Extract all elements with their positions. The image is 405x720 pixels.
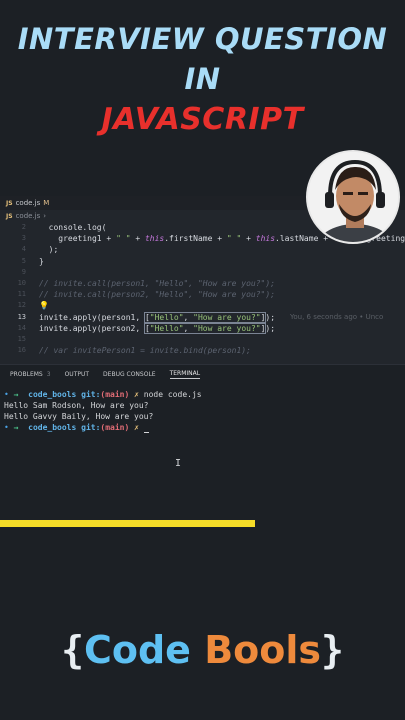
- prompt-arrow-icon: →: [13, 390, 19, 399]
- line-number: 14: [17, 323, 26, 332]
- editor-tab-code-js[interactable]: JS code.js M: [0, 199, 55, 207]
- presenter-photo: [308, 152, 398, 242]
- javascript-file-icon: JS: [6, 199, 13, 207]
- brand-open-brace: {: [61, 628, 84, 672]
- tab-output-label: OUTPUT: [64, 370, 90, 378]
- breadcrumb-file[interactable]: code.js: [16, 212, 41, 220]
- tab-debug-console[interactable]: DEBUG CONSOLE: [103, 371, 156, 378]
- presenter-avatar: [306, 150, 400, 244]
- editor-tab-label: code.js: [15, 199, 41, 207]
- tab-debug-console-label: DEBUG CONSOLE: [103, 370, 156, 378]
- code-text: invite.apply(person1, ["Hello", "How are…: [39, 311, 276, 323]
- brand-logo: {Code Bools}: [0, 628, 405, 672]
- code-text: );: [39, 245, 59, 255]
- prompt-status-dot-icon: •: [4, 423, 9, 432]
- breadcrumb-separator: ›: [43, 212, 47, 220]
- tab-terminal[interactable]: TERMINAL: [169, 369, 201, 379]
- code-line: 14 invite.apply(person2, ["Hello", "How a…: [0, 322, 405, 334]
- prompt-dirty-icon: ✗: [134, 423, 139, 432]
- prompt-git-branch: (main): [100, 423, 130, 432]
- brand-word-code: Code: [83, 628, 191, 672]
- code-line: 15: [0, 334, 405, 345]
- mouse-ibeam-cursor-icon: I: [175, 458, 182, 469]
- tab-problems-label: PROBLEMS: [10, 370, 43, 378]
- line-number: 3: [21, 234, 26, 243]
- code-line: 9: [0, 267, 405, 278]
- tab-terminal-label: TERMINAL: [169, 369, 201, 377]
- title-line-1: INTERVIEW QUESTION: [17, 22, 388, 56]
- prompt-directory: code_bools: [28, 423, 77, 432]
- code-comment: // invite.call(person1, "Hello", "How ar…: [39, 278, 276, 288]
- prompt-git-branch: (main): [100, 390, 130, 399]
- brand-word-bools: Bools: [204, 628, 322, 672]
- code-line: 13 invite.apply(person1, ["Hello", "How a…: [0, 311, 405, 323]
- terminal-command: node code.js: [143, 390, 202, 399]
- modified-indicator: M: [43, 199, 50, 207]
- terminal-output-line: Hello Gavvy Baily, How are you?: [4, 412, 154, 421]
- prompt-git-label: git:: [81, 423, 101, 432]
- code-text: console.log(: [39, 223, 107, 232]
- prompt-status-dot-icon: •: [4, 390, 9, 399]
- line-number: 13: [17, 312, 26, 321]
- code-line: 5}: [0, 256, 405, 267]
- code-line: 11 // invite.call(person2, "Hello", "How …: [0, 289, 405, 300]
- code-line: 10 // invite.call(person1, "Hello", "How …: [0, 278, 405, 289]
- line-number: 11: [17, 290, 26, 299]
- terminal-cursor: [143, 432, 149, 433]
- line-number: 10: [17, 278, 26, 287]
- git-blame-annotation: You, 6 seconds ago • Unco: [290, 312, 384, 321]
- prompt-dirty-icon: ✗: [134, 390, 139, 399]
- code-text-apply-1: invite.apply(person1, ["Hello", "How are…: [39, 311, 276, 323]
- prompt-directory: code_bools: [28, 390, 77, 399]
- code-text-apply-2: invite.apply(person2, ["Hello", "How are…: [39, 322, 276, 334]
- tab-output[interactable]: OUTPUT: [65, 371, 89, 378]
- javascript-file-icon: JS: [6, 212, 13, 220]
- tab-problems[interactable]: PROBLEMS 3: [10, 371, 51, 378]
- prompt-arrow-icon: →: [13, 423, 19, 432]
- line-number: 16: [17, 346, 26, 355]
- terminal-output-line: Hello Sam Rodson, How are you?: [4, 401, 149, 410]
- code-text: }: [39, 256, 44, 266]
- line-number: 2: [21, 223, 26, 231]
- title-line-2: IN: [184, 62, 221, 96]
- video-progress-bar: [0, 520, 256, 527]
- title-line-3: JAVASCRIPT: [101, 102, 304, 137]
- code-line: 16 // var invitePerson1 = invite.bind(per…: [0, 345, 405, 356]
- line-number: 12: [17, 301, 26, 310]
- panel-tabs: PROBLEMS 3 OUTPUT DEBUG CONSOLE TERMINAL: [0, 364, 405, 383]
- terminal[interactable]: • → code_bools git:(main) ✗ node code.js…: [0, 389, 405, 433]
- line-number: 4: [21, 245, 26, 254]
- line-number: 9: [21, 267, 26, 276]
- code-line: 4 );: [0, 244, 405, 255]
- code-line: 12 💡: [0, 300, 405, 311]
- prompt-git-label: git:: [81, 390, 101, 399]
- problems-count-badge: 3: [46, 370, 51, 378]
- line-number: 5: [21, 256, 26, 265]
- terminal-prompt-line: • → code_bools git:(main) ✗ node code.js: [4, 389, 405, 400]
- lightbulb-icon[interactable]: 💡: [39, 300, 49, 311]
- code-comment: // invite.call(person2, "Hello", "How ar…: [39, 290, 276, 300]
- terminal-prompt-line: • → code_bools git:(main) ✗: [4, 422, 405, 433]
- code-comment: // var invitePerson1 = invite.bind(perso…: [39, 346, 251, 356]
- code-text: invite.apply(person2, ["Hello", "How are…: [39, 322, 276, 334]
- line-number: 15: [17, 334, 26, 343]
- brand-close-brace: }: [321, 628, 344, 672]
